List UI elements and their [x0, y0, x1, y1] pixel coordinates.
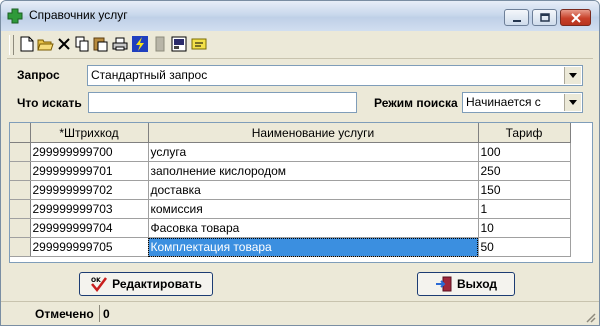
search-label: Что искать: [17, 96, 82, 110]
column-header-name[interactable]: Наименование услуги: [148, 123, 479, 143]
table-row[interactable]: 299999999700 услуга 100: [10, 142, 571, 162]
services-window: Справочник услуг Запрос Стандартный запр…: [0, 0, 600, 326]
row-indicator[interactable]: [10, 161, 31, 181]
edit-button[interactable]: OK Редактировать: [79, 272, 213, 296]
lightning-icon[interactable]: [131, 35, 149, 53]
minimize-icon: [512, 19, 521, 22]
close-button[interactable]: [560, 9, 591, 26]
search-mode-select[interactable]: Начинается с: [462, 92, 583, 113]
status-divider: [99, 305, 100, 322]
edit-button-label: Редактировать: [112, 277, 202, 291]
search-mode-value: Начинается с: [466, 95, 541, 109]
chevron-down-icon: [569, 73, 577, 78]
app-icon: [7, 8, 23, 24]
row-indicator[interactable]: [10, 237, 31, 257]
service-name-cell[interactable]: доставка: [148, 180, 479, 200]
row-indicator[interactable]: [10, 180, 31, 200]
disabled-icon[interactable]: [151, 35, 169, 53]
row-indicator[interactable]: [10, 218, 31, 238]
search-mode-dropdown-button[interactable]: [564, 94, 581, 111]
table-row[interactable]: 299999999703 комиссия 1: [10, 199, 571, 219]
svg-text:OK: OK: [91, 277, 101, 284]
exit-button[interactable]: Выход: [417, 272, 515, 296]
barcode-cell[interactable]: 299999999701: [30, 161, 149, 181]
service-name-cell-selected[interactable]: Комплектация товара: [148, 237, 479, 257]
service-name-cell[interactable]: заполнение кислородом: [148, 161, 479, 181]
maximize-button[interactable]: [532, 9, 557, 26]
row-indicator[interactable]: [10, 199, 31, 219]
print-icon[interactable]: [111, 35, 129, 53]
row-indicator-header: [10, 123, 31, 143]
barcode-cell[interactable]: 299999999703: [30, 199, 149, 219]
title-bar[interactable]: Справочник услуг: [1, 1, 599, 31]
table-row[interactable]: 299999999701 заполнение кислородом 250: [10, 161, 571, 181]
toolbar-grip[interactable]: [9, 35, 14, 55]
services-table[interactable]: *Штрихкод Наименование услуги Тариф 2999…: [9, 122, 593, 263]
barcode-cell[interactable]: 299999999705: [30, 237, 149, 257]
new-document-icon[interactable]: [18, 35, 36, 53]
tariff-cell[interactable]: 50: [478, 237, 571, 257]
paste-icon[interactable]: [91, 35, 109, 53]
query-select[interactable]: Стандартный запрос: [87, 65, 583, 86]
marked-count: 0: [103, 307, 110, 321]
exit-door-icon: [435, 276, 452, 292]
column-header-tariff[interactable]: Тариф: [478, 123, 571, 143]
barcode-cell[interactable]: 299999999700: [30, 142, 149, 162]
maximize-icon: [539, 13, 550, 22]
service-name-cell[interactable]: комиссия: [148, 199, 479, 219]
delete-icon[interactable]: [55, 35, 73, 53]
service-name-cell[interactable]: услуга: [148, 142, 479, 162]
tariff-cell[interactable]: 100: [478, 142, 571, 162]
tariff-cell[interactable]: 150: [478, 180, 571, 200]
table-row[interactable]: 299999999702 доставка 150: [10, 180, 571, 200]
barcode-cell[interactable]: 299999999704: [30, 218, 149, 238]
services-grid: *Штрихкод Наименование услуги Тариф 2999…: [10, 123, 571, 257]
search-mode-label: Режим поиска: [374, 96, 458, 110]
close-icon: [570, 12, 581, 23]
status-bar: Отмечено 0: [1, 301, 599, 325]
tariff-cell[interactable]: 1: [478, 199, 571, 219]
search-input[interactable]: [88, 92, 357, 113]
row-indicator[interactable]: [10, 142, 31, 162]
table-header-row: *Штрихкод Наименование услуги Тариф: [10, 123, 571, 143]
query-value: Стандартный запрос: [91, 68, 208, 82]
service-name-cell[interactable]: Фасовка товара: [148, 218, 479, 238]
table-row[interactable]: 299999999704 Фасовка товара 10: [10, 218, 571, 238]
tariff-cell[interactable]: 250: [478, 161, 571, 181]
marked-label: Отмечено: [35, 307, 94, 321]
barcode-cell[interactable]: 299999999702: [30, 180, 149, 200]
exit-button-label: Выход: [456, 277, 498, 291]
checkmark-ok-icon: OK: [91, 277, 108, 292]
column-header-barcode[interactable]: *Штрихкод: [30, 123, 149, 143]
tariff-cell[interactable]: 10: [478, 218, 571, 238]
window-title: Справочник услуг: [29, 8, 128, 22]
query-dropdown-button[interactable]: [564, 67, 581, 84]
table-row[interactable]: 299999999705 Комплектация товара 50: [10, 237, 571, 257]
note-icon[interactable]: [190, 35, 208, 53]
toolbar: [7, 32, 593, 59]
chevron-down-icon: [569, 100, 577, 105]
resize-grip-icon[interactable]: [584, 311, 596, 323]
minimize-button[interactable]: [504, 9, 529, 26]
query-label: Запрос: [17, 68, 60, 82]
copy-icon[interactable]: [73, 35, 91, 53]
export-icon[interactable]: [170, 35, 188, 53]
open-folder-icon[interactable]: [36, 35, 54, 53]
